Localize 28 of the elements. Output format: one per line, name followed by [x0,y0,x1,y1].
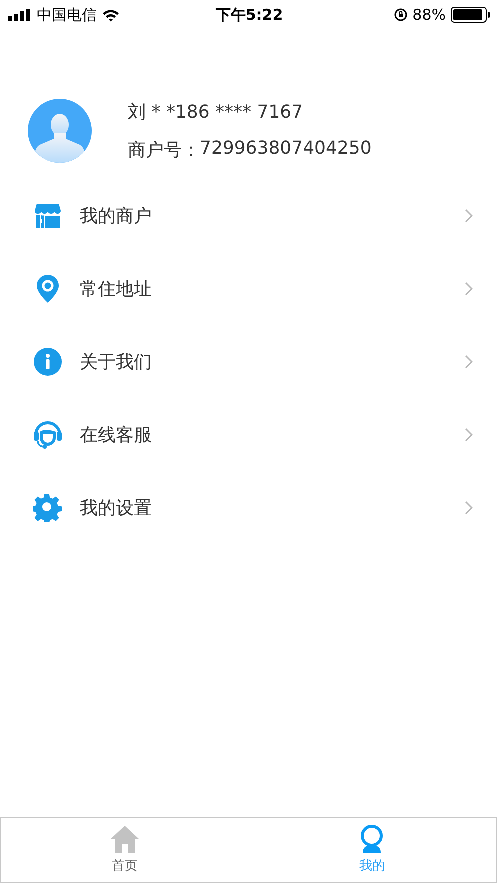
wifi-icon [102,8,120,22]
battery-percent: 88% [412,6,446,24]
carrier-name: 中国电信 [37,6,97,24]
user-name: 刘 * *186 **** 7167 [128,101,304,124]
menu-item[interactable]: 我的商户 [0,179,497,252]
merchant-number: 729963807404250 [200,138,372,161]
battery-icon [451,7,491,23]
avatar-icon [28,99,92,163]
menu-item[interactable]: 常住地址 [0,252,497,325]
headset-agent-icon [33,420,63,450]
status-time: 下午5:22 [216,6,284,24]
chevron-right-icon [465,208,473,222]
chevron-right-icon [465,354,473,368]
signal-icon [8,9,32,21]
home-icon [110,826,139,852]
settings-icon [33,494,63,522]
merchant-label: 商户号： [128,139,200,162]
chevron-right-icon [465,428,473,442]
chevron-right-icon [465,500,473,514]
profile-icon [359,825,386,853]
info-icon [33,348,63,376]
tab[interactable]: 首页 [1,818,248,882]
shop-icon [33,204,63,228]
menu-item[interactable]: 关于我们 [0,325,497,398]
chevron-right-icon [465,282,473,296]
menu-item[interactable]: 我的设置 [0,471,497,544]
rotation-lock-icon [394,8,408,22]
menu-item[interactable]: 在线客服 [0,398,497,471]
